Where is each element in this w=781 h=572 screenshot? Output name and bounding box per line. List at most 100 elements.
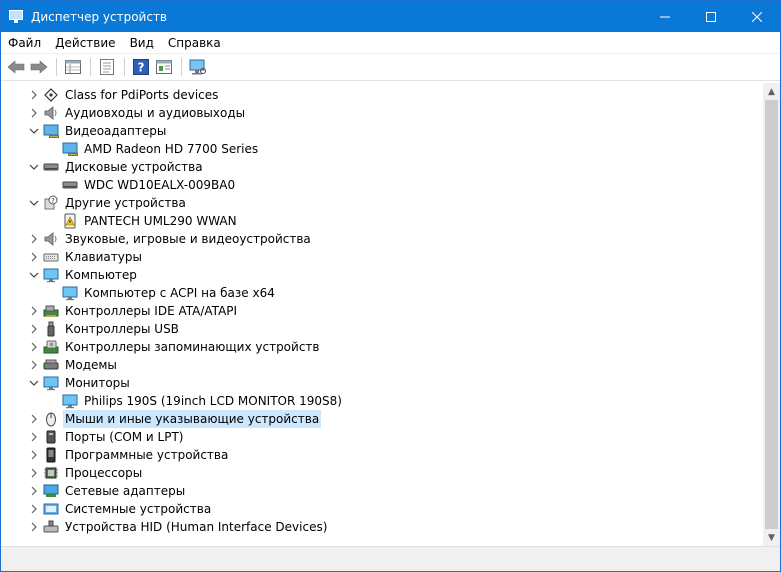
chevron-down-icon[interactable] bbox=[28, 122, 40, 140]
tree-node[interactable]: Порты (COM и LPT) bbox=[4, 428, 704, 446]
chevron-down-icon[interactable] bbox=[28, 266, 40, 284]
chevron-right-icon[interactable] bbox=[28, 86, 40, 104]
title-bar[interactable]: Диспетчер устройств bbox=[1, 1, 780, 32]
chevron-right-icon[interactable] bbox=[28, 500, 40, 518]
chevron-down-icon[interactable] bbox=[28, 158, 40, 176]
chevron-right-icon[interactable] bbox=[28, 428, 40, 446]
chevron-right-icon[interactable] bbox=[28, 356, 40, 374]
tree-node-label[interactable]: WDC WD10EALX-009BA0 bbox=[82, 176, 237, 194]
tree-node-label[interactable]: Контроллеры USB bbox=[63, 320, 181, 338]
tree-node[interactable]: Мониторы bbox=[4, 374, 704, 392]
minimize-button[interactable] bbox=[642, 1, 688, 32]
network-adapter-icon bbox=[43, 483, 59, 499]
chevron-right-icon[interactable] bbox=[28, 320, 40, 338]
tree-node-label[interactable]: Мыши и иные указывающие устройства bbox=[63, 410, 322, 428]
toolbar-separator bbox=[56, 58, 57, 76]
modem-icon bbox=[43, 357, 59, 373]
tree-node-label[interactable]: Звуковые, игровые и видеоустройства bbox=[63, 230, 313, 248]
maximize-button[interactable] bbox=[688, 1, 734, 32]
tree-node-label[interactable]: Контроллеры IDE ATA/ATAPI bbox=[63, 302, 239, 320]
tree-node-label[interactable]: AMD Radeon HD 7700 Series bbox=[82, 140, 260, 158]
scroll-down-arrow[interactable]: ▼ bbox=[763, 529, 780, 546]
tree-node[interactable]: Компьютер с ACPI на базе x64 bbox=[4, 284, 704, 302]
menu-file[interactable]: Файл bbox=[1, 32, 48, 54]
tree-node-label[interactable]: Устройства HID (Human Interface Devices) bbox=[63, 518, 329, 536]
tree-node[interactable]: AMD Radeon HD 7700 Series bbox=[4, 140, 704, 158]
tree-node[interactable]: Программные устройства bbox=[4, 446, 704, 464]
tree-node[interactable]: Контроллеры запоминающих устройств bbox=[4, 338, 704, 356]
tree-node-label[interactable]: Сетевые адаптеры bbox=[63, 482, 187, 500]
menu-action[interactable]: Действие bbox=[48, 32, 122, 54]
tree-node-label[interactable]: Порты (COM и LPT) bbox=[63, 428, 185, 446]
show-hide-console-tree-button[interactable] bbox=[62, 57, 84, 77]
action-pane-button[interactable] bbox=[153, 57, 175, 77]
tree-node[interactable]: Class for PdiPorts devices bbox=[4, 86, 704, 104]
vertical-scrollbar[interactable]: ▲ ▼ bbox=[763, 83, 780, 546]
chevron-right-icon[interactable] bbox=[28, 464, 40, 482]
tree-node-label[interactable]: Процессоры bbox=[63, 464, 144, 482]
tree-node-label[interactable]: Мониторы bbox=[63, 374, 132, 392]
keyboard-icon bbox=[43, 249, 59, 265]
tree-node-label[interactable]: PANTECH UML290 WWAN bbox=[82, 212, 239, 230]
tree-node[interactable]: Philips 190S (19inch LCD MONITOR 190S8) bbox=[4, 392, 704, 410]
tree-node[interactable]: Модемы bbox=[4, 356, 704, 374]
tree-node-label[interactable]: Class for PdiPorts devices bbox=[63, 86, 220, 104]
tree-node[interactable]: Устройства HID (Human Interface Devices) bbox=[4, 518, 704, 536]
chevron-right-icon[interactable] bbox=[28, 338, 40, 356]
menu-help[interactable]: Справка bbox=[161, 32, 228, 54]
chevron-right-icon[interactable] bbox=[28, 302, 40, 320]
tree-node[interactable]: Видеоадаптеры bbox=[4, 122, 704, 140]
tree-node[interactable]: Сетевые адаптеры bbox=[4, 482, 704, 500]
scan-hardware-button[interactable] bbox=[187, 57, 209, 77]
chevron-right-icon[interactable] bbox=[28, 230, 40, 248]
menu-view[interactable]: Вид bbox=[123, 32, 161, 54]
disk-drive-icon bbox=[43, 159, 59, 175]
chevron-right-icon[interactable] bbox=[28, 104, 40, 122]
tree-node-label[interactable]: Клавиатуры bbox=[63, 248, 144, 266]
help-button[interactable]: ? bbox=[130, 57, 152, 77]
device-tree[interactable]: Class for PdiPorts devices Аудиовходы и а… bbox=[4, 83, 762, 545]
tree-node-label[interactable]: Программные устройства bbox=[63, 446, 230, 464]
tree-node-label[interactable]: Контроллеры запоминающих устройств bbox=[63, 338, 321, 356]
tree-node-label[interactable]: Компьютер bbox=[63, 266, 139, 284]
chevron-down-icon[interactable] bbox=[28, 194, 40, 212]
tree-node[interactable]: WDC WD10EALX-009BA0 bbox=[4, 176, 704, 194]
tree-node[interactable]: Контроллеры USB bbox=[4, 320, 704, 338]
tree-node[interactable]: Дисковые устройства bbox=[4, 158, 704, 176]
back-button[interactable] bbox=[5, 57, 27, 77]
tree-node[interactable]: Аудиовходы и аудиовыходы bbox=[4, 104, 704, 122]
chevron-right-icon[interactable] bbox=[28, 482, 40, 500]
tree-node[interactable]: Процессоры bbox=[4, 464, 704, 482]
chevron-down-icon[interactable] bbox=[28, 374, 40, 392]
tree-node[interactable]: Звуковые, игровые и видеоустройства bbox=[4, 230, 704, 248]
tree-node[interactable]: Компьютер bbox=[4, 266, 704, 284]
chevron-right-icon[interactable] bbox=[28, 518, 40, 536]
svg-text:?: ? bbox=[51, 197, 55, 205]
tree-node[interactable]: PANTECH UML290 WWAN bbox=[4, 212, 704, 230]
tree-node-label[interactable]: Системные устройства bbox=[63, 500, 213, 518]
chevron-right-icon[interactable] bbox=[28, 446, 40, 464]
scroll-up-arrow[interactable]: ▲ bbox=[763, 83, 780, 100]
scroll-thumb[interactable] bbox=[765, 100, 778, 529]
tree-node[interactable]: Системные устройства bbox=[4, 500, 704, 518]
port-icon bbox=[43, 429, 59, 445]
tree-node[interactable]: Контроллеры IDE ATA/ATAPI bbox=[4, 302, 704, 320]
tree-node-label[interactable]: Аудиовходы и аудиовыходы bbox=[63, 104, 247, 122]
close-icon bbox=[752, 11, 762, 22]
tree-node[interactable]: Мыши и иные указывающие устройства bbox=[4, 410, 704, 428]
tree-node-label[interactable]: Видеоадаптеры bbox=[63, 122, 168, 140]
forward-button[interactable] bbox=[28, 57, 50, 77]
tree-node-label[interactable]: Другие устройства bbox=[63, 194, 188, 212]
chevron-right-icon[interactable] bbox=[28, 410, 40, 428]
tree-node[interactable]: ? Другие устройства bbox=[4, 194, 704, 212]
chevron-right-icon[interactable] bbox=[28, 248, 40, 266]
tree-node-label[interactable]: Philips 190S (19inch LCD MONITOR 190S8) bbox=[82, 392, 344, 410]
tree-node[interactable]: Клавиатуры bbox=[4, 248, 704, 266]
tree-node-label[interactable]: Модемы bbox=[63, 356, 119, 374]
maximize-icon bbox=[706, 11, 716, 22]
tree-node-label[interactable]: Компьютер с ACPI на базе x64 bbox=[82, 284, 277, 302]
close-button[interactable] bbox=[734, 1, 780, 32]
properties-button[interactable] bbox=[96, 57, 118, 77]
mouse-icon bbox=[43, 411, 59, 427]
tree-node-label[interactable]: Дисковые устройства bbox=[63, 158, 205, 176]
